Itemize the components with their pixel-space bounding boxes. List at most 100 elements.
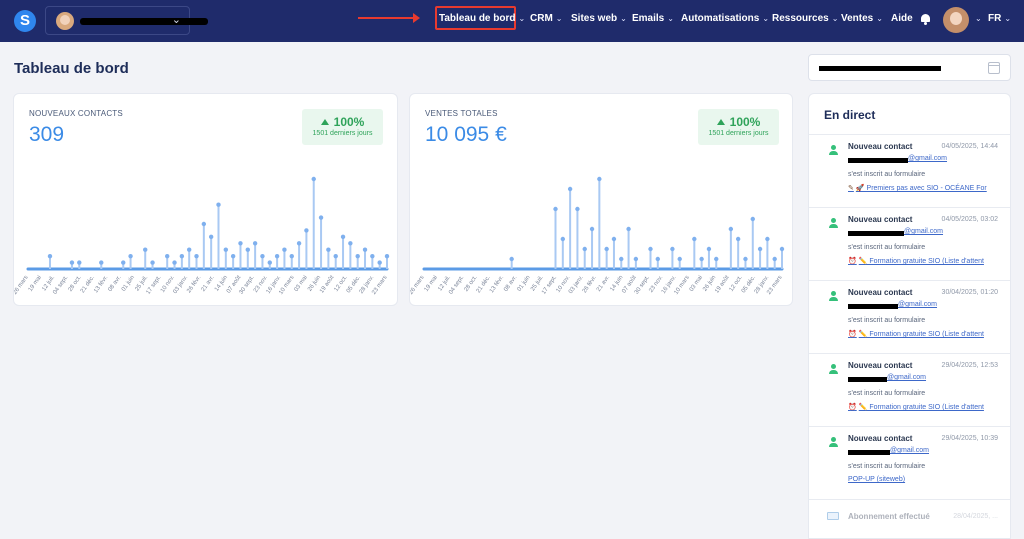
chart-point[interactable] <box>377 260 382 265</box>
event-form-link[interactable]: ✎ 🚀 Premiers pas avec SIO - OCÉANE For <box>848 184 987 192</box>
chart-point[interactable] <box>692 236 697 242</box>
event-email[interactable]: @gmail.com <box>887 374 926 381</box>
chart-point[interactable] <box>223 247 229 252</box>
chart-point[interactable] <box>47 253 53 259</box>
chart-point[interactable] <box>311 176 316 182</box>
chart-point[interactable] <box>289 253 294 259</box>
chart-point[interactable] <box>245 247 250 252</box>
event-form-link[interactable]: ⏰ ✏️ Formation gratuite SIO (Liste d'atte… <box>848 257 984 265</box>
chart-point[interactable] <box>735 236 741 242</box>
event-form-link[interactable]: POP-UP (siteweb) <box>848 476 905 483</box>
chart-point[interactable] <box>260 253 265 259</box>
chart-point[interactable] <box>362 247 368 252</box>
chart-point[interactable] <box>384 253 390 259</box>
chart-point[interactable] <box>348 241 353 246</box>
chart-point[interactable] <box>597 176 602 182</box>
chart-point[interactable] <box>670 246 675 252</box>
chart-point[interactable] <box>304 228 309 233</box>
chart-point[interactable] <box>143 247 148 252</box>
chart-point[interactable] <box>765 236 770 242</box>
chart-point[interactable] <box>553 206 558 212</box>
chevron-down-icon: ⌄ <box>171 14 181 26</box>
chart-point[interactable] <box>318 215 324 220</box>
chart-point[interactable] <box>296 241 302 246</box>
nav-ressources[interactable]: Ressources ⌄ <box>772 13 838 24</box>
live-event[interactable]: Nouveau contact 04/05/2025, 14:44 @gmail… <box>809 135 1010 208</box>
chart-point[interactable] <box>779 246 785 252</box>
event-email[interactable]: @gmail.com <box>908 155 947 162</box>
chart-point[interactable] <box>230 253 236 259</box>
chart-point[interactable] <box>150 260 155 265</box>
nav-automatisations[interactable]: Automatisations ⌄ <box>681 13 769 24</box>
chart-point[interactable] <box>728 226 734 232</box>
chart-point[interactable] <box>575 206 580 212</box>
chart-point[interactable] <box>201 221 207 227</box>
chart-point[interactable] <box>604 246 609 252</box>
chart-point[interactable] <box>750 216 755 222</box>
chart-point[interactable] <box>633 256 639 262</box>
chart-point[interactable] <box>267 260 272 265</box>
user-avatar[interactable] <box>943 7 969 33</box>
chart-point[interactable] <box>238 241 243 246</box>
chart-point[interactable] <box>208 234 214 240</box>
user-menu-chevron[interactable]: ⌄ <box>972 13 982 24</box>
chart-point[interactable] <box>582 246 587 252</box>
chart-point[interactable] <box>216 202 221 207</box>
nav-sites-web[interactable]: Sites web ⌄ <box>571 13 627 24</box>
nav-aide[interactable]: Aide <box>891 13 913 24</box>
chart-point[interactable] <box>589 226 595 232</box>
chart-point[interactable] <box>99 260 104 265</box>
event-email[interactable]: @gmail.com <box>890 447 929 454</box>
chart-point[interactable] <box>333 253 338 259</box>
chart-point[interactable] <box>567 186 573 192</box>
chart-point[interactable] <box>677 256 682 262</box>
chart-point[interactable] <box>370 253 375 259</box>
nav-ventes[interactable]: Ventes ⌄ <box>841 13 883 24</box>
chart-point[interactable] <box>757 246 763 252</box>
live-event[interactable]: Nouveau contact 29/04/2025, 10:39 @gmail… <box>809 427 1010 500</box>
live-event[interactable]: Nouveau contact 30/04/2025, 01:20 @gmail… <box>809 281 1010 354</box>
chart-point[interactable] <box>274 253 280 259</box>
live-event[interactable]: Nouveau contact 29/04/2025, 12:53 @gmail… <box>809 354 1010 427</box>
chart-point[interactable] <box>69 260 75 265</box>
nav-crm[interactable]: CRM ⌄ <box>530 13 562 24</box>
event-form-link[interactable]: ⏰ ✏️ Formation gratuite SIO (Liste d'atte… <box>848 403 984 411</box>
app-logo[interactable]: S <box>14 10 36 32</box>
chart-point[interactable] <box>252 241 258 246</box>
account-switcher[interactable]: ⌄ <box>45 6 208 35</box>
chart-point[interactable] <box>179 253 185 259</box>
chart-point[interactable] <box>619 256 624 262</box>
chart-point[interactable] <box>714 256 719 262</box>
chart-point[interactable] <box>626 226 631 232</box>
chart-point[interactable] <box>172 260 177 265</box>
event-email[interactable]: @gmail.com <box>904 228 943 235</box>
chart-point[interactable] <box>194 253 199 259</box>
live-event[interactable]: Nouveau contact 04/05/2025, 03:02 @gmail… <box>809 208 1010 281</box>
chart-point[interactable] <box>282 247 287 252</box>
chart-point[interactable] <box>743 256 748 262</box>
chart-point[interactable] <box>340 234 346 240</box>
bell-icon[interactable] <box>920 12 931 25</box>
chart-point[interactable] <box>611 236 617 242</box>
chart-point[interactable] <box>509 256 514 262</box>
chart-point[interactable] <box>128 253 133 259</box>
chart-point[interactable] <box>121 260 126 265</box>
language-switcher[interactable]: FR ⌄ <box>988 13 1011 24</box>
nav-emails[interactable]: Emails ⌄ <box>632 13 674 24</box>
nav-tableau-de-bord[interactable]: Tableau de bord ⌄ <box>439 13 525 24</box>
chart-point[interactable] <box>655 256 660 262</box>
chart-point[interactable] <box>706 246 712 252</box>
chart-point[interactable] <box>560 236 566 242</box>
chart-point[interactable] <box>648 246 653 252</box>
chart-point[interactable] <box>165 253 170 259</box>
chart-point[interactable] <box>186 247 192 252</box>
chart-point[interactable] <box>77 260 82 265</box>
chart-point[interactable] <box>699 256 704 262</box>
chart-point[interactable] <box>772 256 777 262</box>
date-range-picker[interactable] <box>808 54 1011 81</box>
event-email[interactable]: @gmail.com <box>898 301 937 308</box>
chart-point[interactable] <box>326 247 331 252</box>
event-form-link[interactable]: ⏰ ✏️ Formation gratuite SIO (Liste d'atte… <box>848 330 984 338</box>
chart-point[interactable] <box>355 253 360 259</box>
live-event[interactable]: Abonnement effectué 28/04/2025, ... <box>809 500 1010 538</box>
